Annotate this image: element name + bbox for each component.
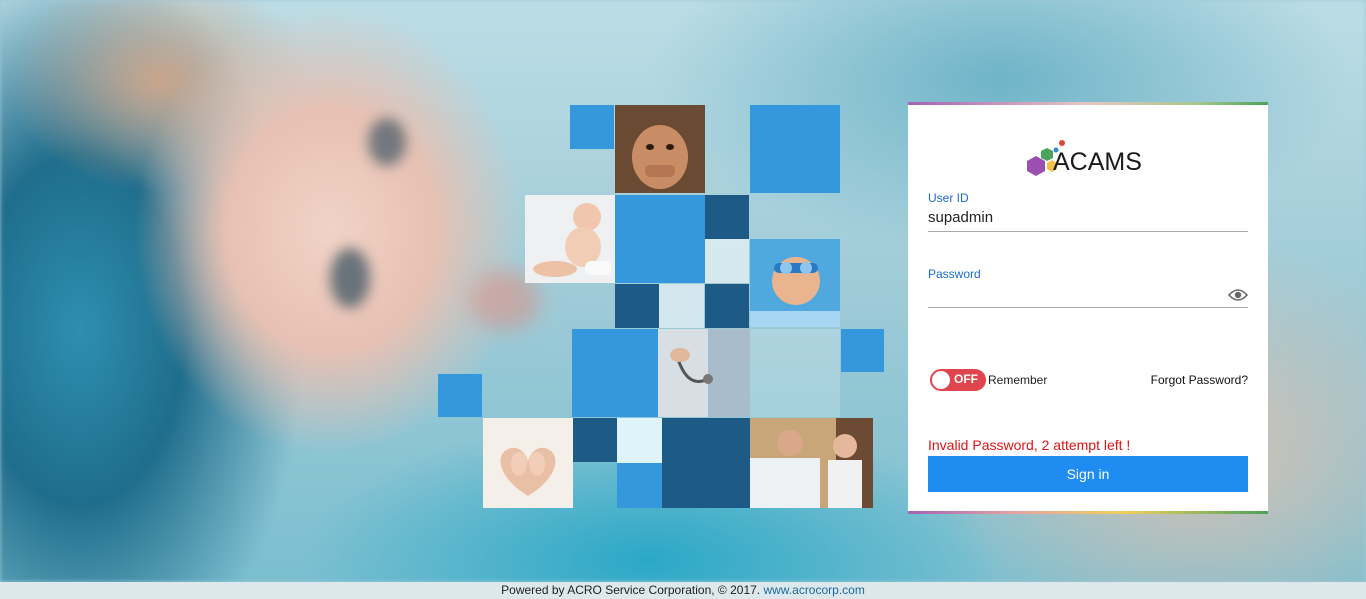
logo-text: ACAMS xyxy=(1053,148,1142,176)
mosaic-tile xyxy=(615,284,659,328)
mosaic-tile xyxy=(841,329,884,372)
eye-icon[interactable] xyxy=(1228,288,1248,302)
toggle-state-text: OFF xyxy=(954,372,978,386)
mosaic-tile xyxy=(705,195,749,239)
user-id-label: User ID xyxy=(928,191,969,205)
mosaic-photo-doctor-patient xyxy=(750,418,873,508)
footer-text: Powered by ACRO Service Corporation, © 2… xyxy=(501,583,761,597)
mosaic-tile xyxy=(573,418,617,462)
mosaic-tile xyxy=(750,105,840,193)
mosaic-tile xyxy=(750,329,840,417)
password-label: Password xyxy=(928,267,981,281)
error-message: Invalid Password, 2 attempt left ! xyxy=(928,437,1131,453)
user-id-field[interactable]: supadmin xyxy=(928,206,1248,232)
mosaic-tile xyxy=(705,239,749,283)
toggle-knob xyxy=(932,371,950,389)
remember-label: Remember xyxy=(988,373,1048,387)
mosaic-tile xyxy=(438,374,482,417)
mosaic-tile xyxy=(570,105,614,149)
login-card: ACAMS User ID supadmin Password OFF Reme… xyxy=(908,102,1268,514)
mosaic-tile xyxy=(615,195,705,283)
acams-logo: ACAMS xyxy=(1026,138,1156,180)
mosaic-tile xyxy=(662,418,750,508)
mosaic-photo-baby-feet xyxy=(483,418,573,508)
forgot-password-link[interactable]: Forgot Password? xyxy=(1151,373,1248,387)
mosaic-tile xyxy=(617,463,662,508)
mosaic-photo-swimming-boy xyxy=(750,239,840,327)
footer: Powered by ACRO Service Corporation, © 2… xyxy=(0,582,1366,599)
password-field[interactable] xyxy=(928,282,1248,308)
mosaic-tile xyxy=(572,329,658,417)
mosaic-tile xyxy=(659,284,704,328)
card-top-border xyxy=(908,102,1268,105)
remember-toggle[interactable]: OFF xyxy=(930,369,986,391)
mosaic-photo-baby xyxy=(525,195,615,283)
mosaic-tile xyxy=(617,418,662,463)
footer-link[interactable]: www.acrocorp.com xyxy=(763,583,864,597)
sign-in-button[interactable]: Sign in xyxy=(928,456,1248,492)
mosaic-photo-stethoscope xyxy=(658,329,750,417)
mosaic-tile xyxy=(705,284,749,328)
user-id-value: supadmin xyxy=(928,209,994,226)
mosaic-photo-smiling-girl xyxy=(615,105,705,193)
card-bottom-border xyxy=(908,511,1268,514)
